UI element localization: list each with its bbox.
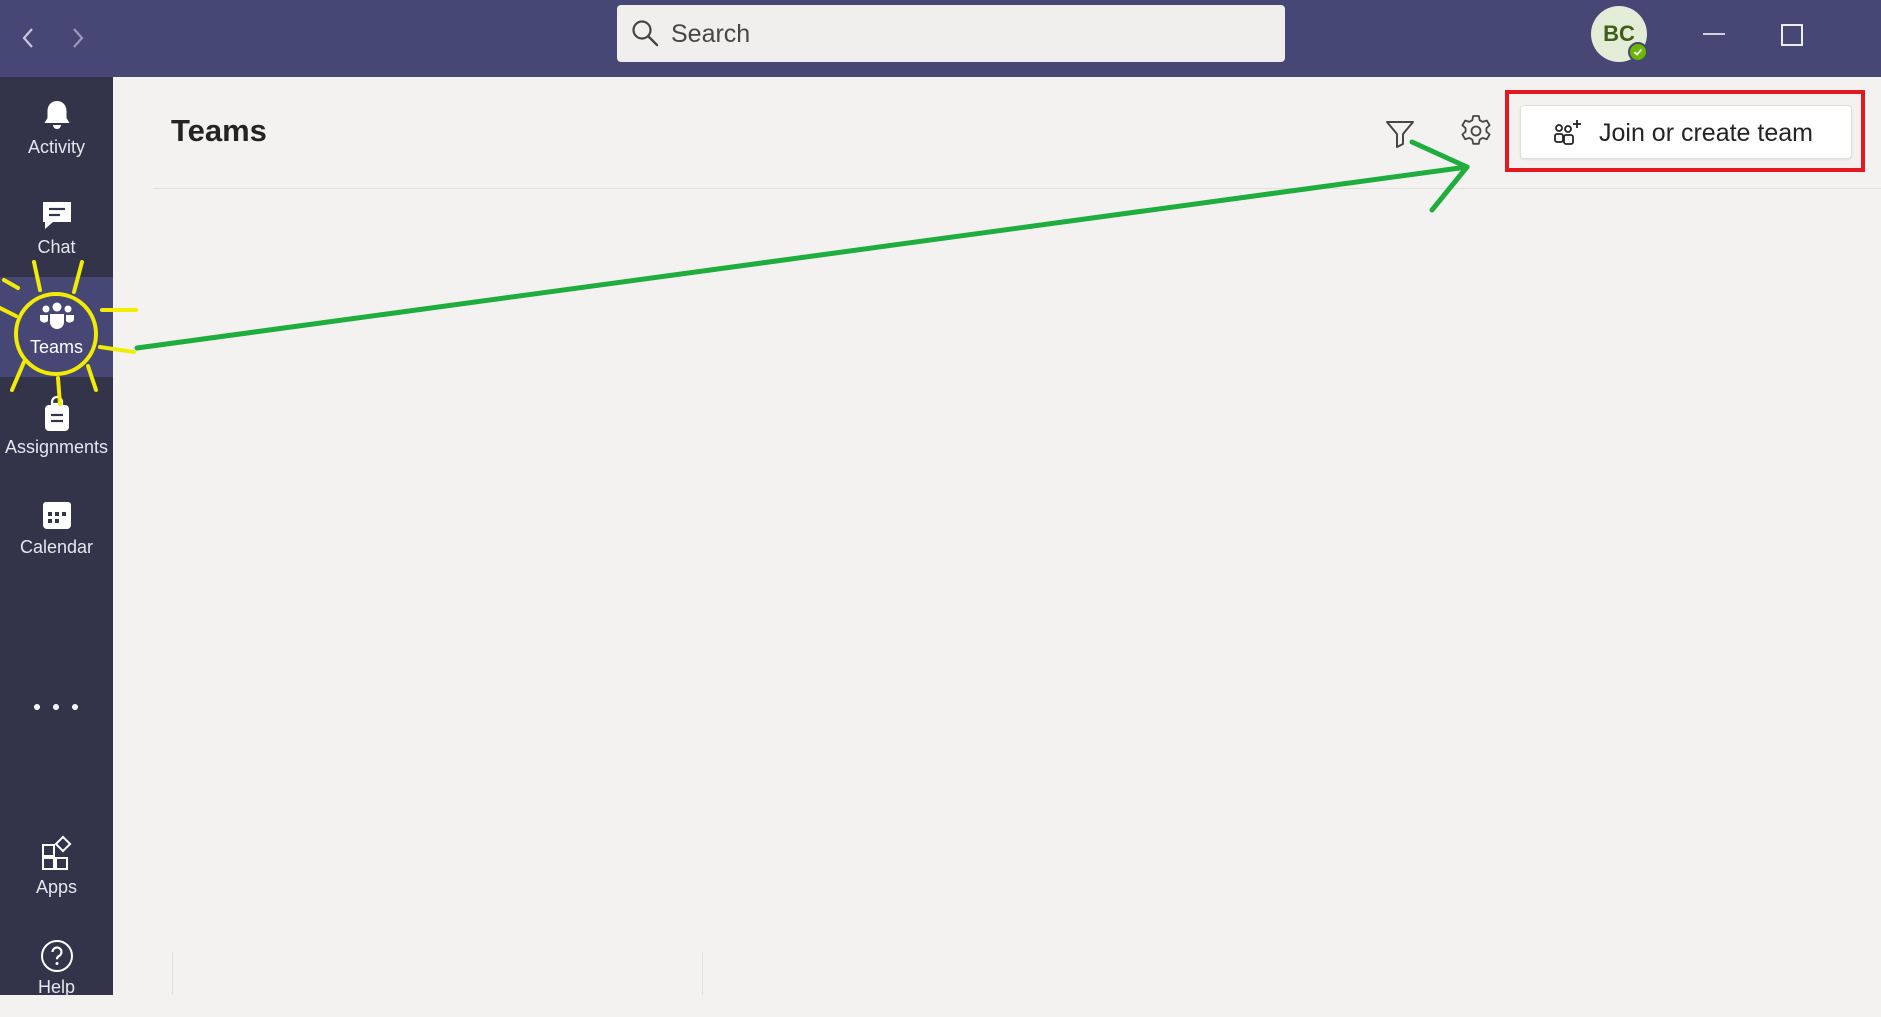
help-icon: [41, 940, 73, 972]
card-divider: [702, 952, 703, 995]
rail-item-label: Assignments: [4, 437, 109, 457]
header-divider: [153, 188, 1881, 189]
rail-item-label: Activity: [27, 137, 85, 157]
title-bar: BC: [0, 0, 1881, 77]
more-apps-button[interactable]: [34, 697, 78, 717]
rail-item-label: Apps: [35, 877, 78, 897]
bell-icon: [44, 101, 70, 129]
join-or-create-team-button[interactable]: Join or create team: [1520, 105, 1852, 159]
join-button-label: Join or create team: [1599, 119, 1813, 147]
rail-item-apps[interactable]: Apps: [0, 817, 113, 917]
assignments-icon: [45, 395, 69, 431]
forward-button[interactable]: [60, 20, 96, 56]
minimize-icon: [1703, 33, 1725, 35]
maximize-icon: [1781, 24, 1803, 46]
teams-icon: [40, 302, 74, 329]
apps-icon: [42, 835, 72, 870]
rail-item-calendar[interactable]: Calendar: [0, 477, 113, 577]
filter-icon: [1386, 121, 1414, 148]
rail-item-label: Chat: [37, 237, 76, 257]
add-team-icon: [1554, 120, 1581, 145]
rail-item-chat[interactable]: Chat: [0, 177, 113, 277]
search-box[interactable]: [617, 5, 1285, 62]
presence-badge: [1628, 42, 1648, 62]
rail-item-label: Teams: [29, 337, 83, 357]
chevron-right-icon: [73, 28, 84, 48]
more-icon: [34, 704, 40, 710]
rail-item-help[interactable]: Help: [0, 917, 113, 1017]
maximize-button[interactable]: [1772, 18, 1812, 58]
search-icon: [632, 20, 659, 47]
chevron-left-icon: [22, 28, 33, 48]
filter-button[interactable]: [1380, 113, 1420, 153]
more-icon-dot: [72, 704, 78, 710]
rail-item-teams[interactable]: Teams: [0, 277, 113, 377]
checkmark-icon: [1633, 48, 1643, 56]
card-divider: [172, 952, 173, 995]
rail-item-assignments[interactable]: Assignments: [0, 377, 113, 477]
settings-button[interactable]: [1456, 111, 1496, 151]
app-rail: Activity Chat Teams Assignments Calendar…: [0, 77, 113, 997]
rail-item-label: Calendar: [19, 537, 94, 557]
page-title: Teams: [171, 113, 267, 148]
chat-icon: [43, 202, 71, 229]
gear-icon: [1461, 115, 1491, 145]
more-icon-dot: [53, 704, 59, 710]
avatar-initials: BC: [1603, 21, 1635, 46]
minimize-button[interactable]: [1694, 18, 1734, 58]
back-button[interactable]: [10, 20, 46, 56]
calendar-icon: [43, 502, 71, 529]
rail-item-activity[interactable]: Activity: [0, 77, 113, 177]
annotation-arrow: [134, 139, 1470, 351]
search-input[interactable]: [669, 15, 1263, 53]
